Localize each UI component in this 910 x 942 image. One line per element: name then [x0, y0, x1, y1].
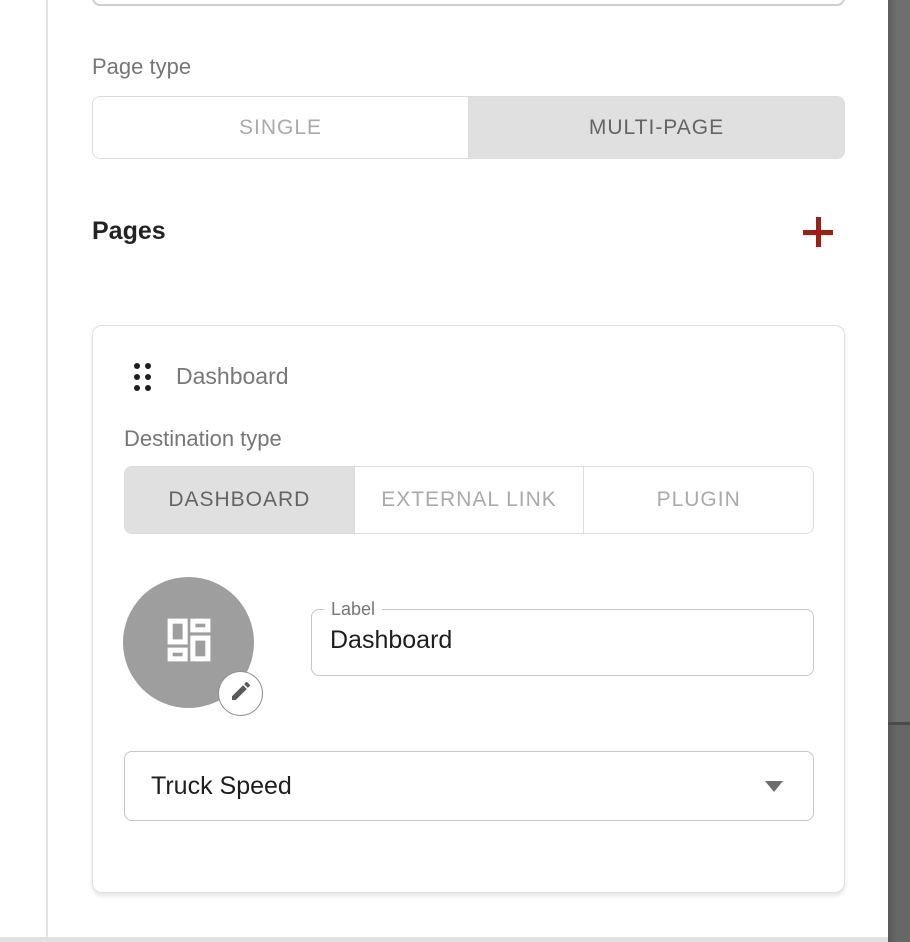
label-input[interactable]	[330, 626, 801, 655]
destination-option-plugin[interactable]: PLUGIN	[584, 467, 813, 533]
dashboard-select[interactable]: Truck Speed	[124, 751, 814, 821]
chevron-down-icon	[765, 781, 783, 792]
label-field: Label	[311, 599, 814, 676]
page-type-option-single[interactable]: SINGLE	[93, 97, 469, 158]
horizontal-scrollbar-track[interactable]	[0, 937, 888, 942]
label-field-legend: Label	[324, 599, 382, 620]
destination-option-dashboard[interactable]: DASHBOARD	[125, 467, 355, 533]
page-type-toggle: SINGLE MULTI-PAGE	[92, 96, 845, 159]
dashboard-grid-icon	[160, 611, 218, 674]
page-card-title: Dashboard	[176, 363, 289, 390]
pencil-icon	[229, 679, 253, 708]
dimmed-page-edge	[888, 0, 910, 942]
pages-heading: Pages	[92, 217, 166, 246]
page-card: Dashboard Destination type DASHBOARD EXT…	[92, 325, 845, 893]
drag-handle-dots-icon[interactable]	[134, 363, 151, 391]
dimmed-page-edge-lower	[888, 725, 910, 942]
plus-icon	[816, 217, 821, 247]
destination-option-external-link[interactable]: EXTERNAL LINK	[355, 467, 585, 533]
top-partial-field[interactable]	[92, 0, 845, 6]
drawer-left-border	[46, 0, 48, 942]
edit-avatar-button[interactable]	[218, 671, 263, 716]
page-type-option-multi-page[interactable]: MULTI-PAGE	[469, 97, 844, 158]
dashboard-select-value: Truck Speed	[151, 772, 765, 801]
dimmed-page-edge-upper	[888, 0, 910, 722]
page-type-label: Page type	[92, 54, 191, 80]
add-page-button[interactable]	[803, 217, 833, 247]
destination-type-label: Destination type	[124, 426, 282, 452]
destination-type-toggle: DASHBOARD EXTERNAL LINK PLUGIN	[124, 466, 814, 534]
